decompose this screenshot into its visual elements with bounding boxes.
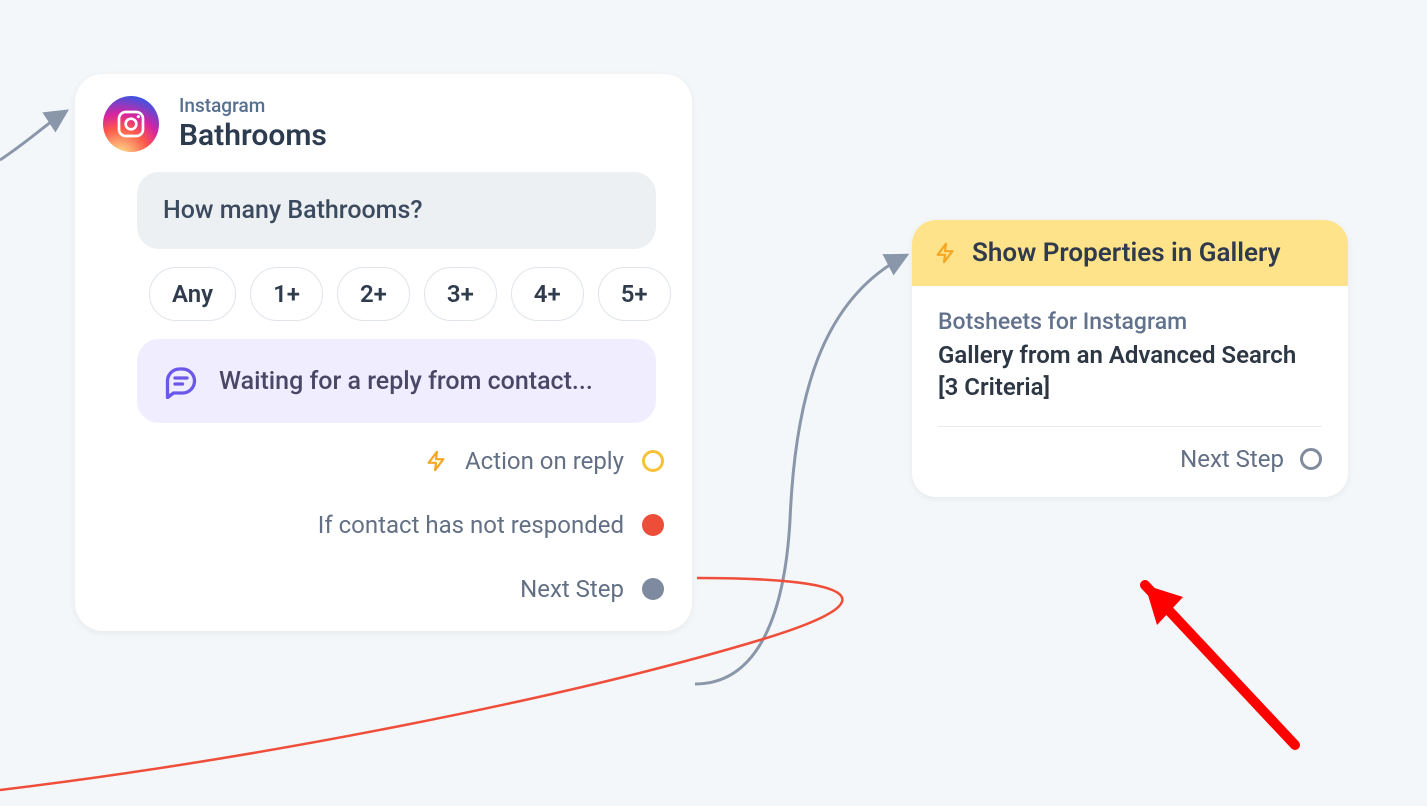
connector-label: Next Step bbox=[520, 575, 624, 603]
connector-next-step[interactable]: Next Step bbox=[938, 445, 1322, 473]
annotation-arrow-icon bbox=[1095, 545, 1315, 765]
quick-reply-chip[interactable]: 2+ bbox=[337, 267, 410, 321]
connector-not-responded[interactable]: If contact has not responded bbox=[103, 511, 664, 539]
node-card-bathrooms[interactable]: Instagram Bathrooms How many Bathrooms? … bbox=[75, 74, 692, 631]
card-title: Show Properties in Gallery bbox=[972, 238, 1280, 268]
card-header: Show Properties in Gallery bbox=[912, 220, 1348, 286]
connector-port[interactable] bbox=[642, 450, 664, 472]
waiting-block[interactable]: Waiting for a reply from contact... bbox=[137, 339, 656, 423]
quick-reply-chip[interactable]: 3+ bbox=[424, 267, 497, 321]
card-header: Instagram Bathrooms bbox=[103, 96, 664, 152]
connector-action-on-reply[interactable]: Action on reply bbox=[103, 447, 664, 475]
quick-reply-chip[interactable]: 4+ bbox=[511, 267, 584, 321]
connector-port[interactable] bbox=[642, 578, 664, 600]
bolt-icon bbox=[934, 239, 956, 267]
connector-port[interactable] bbox=[642, 514, 664, 536]
quick-reply-chip[interactable]: Any bbox=[149, 267, 236, 321]
bolt-icon bbox=[425, 448, 447, 474]
waiting-text: Waiting for a reply from contact... bbox=[219, 367, 593, 396]
action-description: Gallery from an Advanced Search [3 Crite… bbox=[938, 339, 1322, 404]
connector-label: If contact has not responded bbox=[318, 511, 624, 539]
card-title: Bathrooms bbox=[179, 119, 327, 152]
message-bubble[interactable]: How many Bathrooms? bbox=[137, 172, 656, 249]
connector-next-step[interactable]: Next Step bbox=[103, 575, 664, 603]
connector-label: Next Step bbox=[1180, 445, 1284, 473]
node-card-show-properties[interactable]: Show Properties in Gallery Botsheets for… bbox=[912, 220, 1348, 497]
integration-label: Botsheets for Instagram bbox=[938, 308, 1322, 335]
quick-reply-chip[interactable]: 5+ bbox=[598, 267, 671, 321]
divider bbox=[938, 426, 1322, 427]
connector-label: Action on reply bbox=[465, 447, 624, 475]
quick-reply-chip[interactable]: 1+ bbox=[250, 267, 323, 321]
platform-label: Instagram bbox=[179, 96, 327, 117]
instagram-icon bbox=[103, 96, 159, 152]
chat-bubble-icon bbox=[163, 363, 199, 399]
connector-port[interactable] bbox=[1300, 448, 1322, 470]
quick-reply-row: Any 1+ 2+ 3+ 4+ 5+ bbox=[149, 267, 656, 321]
